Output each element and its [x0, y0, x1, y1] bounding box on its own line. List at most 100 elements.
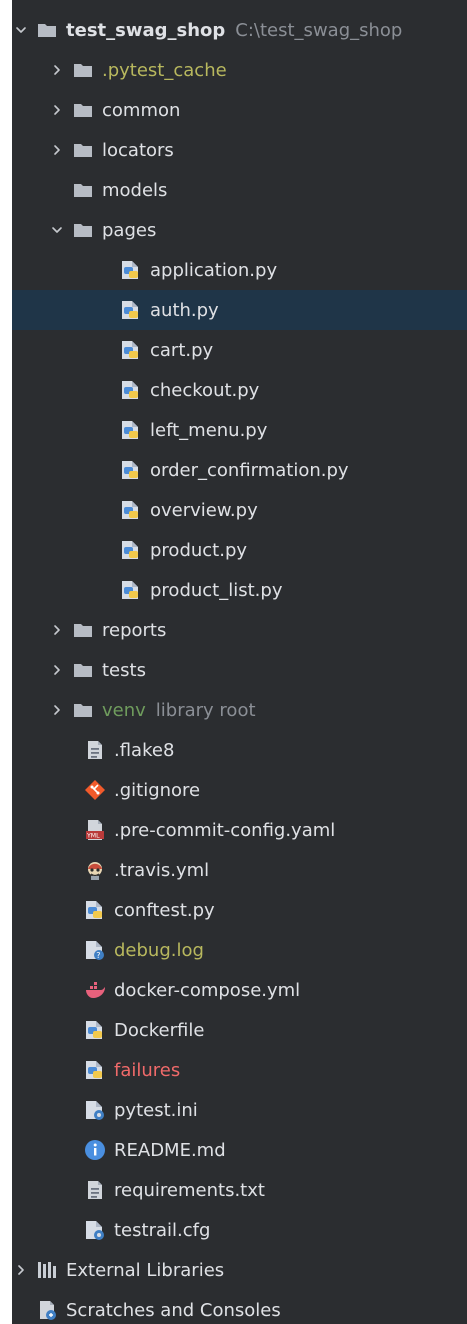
python-file-icon: [120, 419, 142, 441]
text-file-icon: [84, 739, 106, 761]
folder-label-common: common: [102, 99, 181, 121]
tree-row-reports[interactable]: reports: [12, 610, 467, 650]
folder-label-pages: pages: [102, 219, 157, 241]
tree-row-tests[interactable]: tests: [12, 650, 467, 690]
tree-row-pages[interactable]: pages: [12, 210, 467, 250]
project-tree: test_swag_shop C:\test_swag_shop .pytest…: [12, 10, 467, 1324]
info-icon: [84, 1139, 106, 1161]
library-root-badge: library root: [155, 699, 256, 721]
file-label-travis: .travis.yml: [114, 859, 210, 881]
chevron-right-icon[interactable]: [48, 141, 66, 159]
tree-row-pre-commit-config[interactable]: YML .pre-commit-config.yaml: [12, 810, 467, 850]
unknown-file-icon: ?: [84, 939, 106, 961]
python-file-icon: [84, 1019, 106, 1041]
file-label-product-list-py: product_list.py: [150, 579, 283, 601]
tree-row-external-libraries[interactable]: External Libraries: [12, 1250, 467, 1290]
folder-label-locators: locators: [102, 139, 174, 161]
library-icon: [36, 1259, 58, 1281]
svg-text:?: ?: [96, 951, 100, 960]
file-label-debug-log: debug.log: [114, 939, 204, 961]
chevron-right-icon[interactable]: [48, 701, 66, 719]
folder-icon: [72, 99, 94, 121]
file-label-pre-commit-config: .pre-commit-config.yaml: [114, 819, 336, 841]
tree-row-testrail-cfg[interactable]: testrail.cfg: [12, 1210, 467, 1250]
tree-row-application-py[interactable]: application.py: [12, 250, 467, 290]
folder-label-tests: tests: [102, 659, 146, 681]
folder-label-models: models: [102, 179, 168, 201]
tree-row-flake8[interactable]: .flake8: [12, 730, 467, 770]
file-label-cart-py: cart.py: [150, 339, 214, 361]
tree-row-travis[interactable]: .travis.yml: [12, 850, 467, 890]
file-label-product-py: product.py: [150, 539, 248, 561]
tree-row-debug-log[interactable]: ? debug.log: [12, 930, 467, 970]
tree-row-pytest-ini[interactable]: pytest.ini: [12, 1090, 467, 1130]
folder-icon: [72, 659, 94, 681]
file-label-auth-py: auth.py: [150, 299, 219, 321]
file-label-requirements: requirements.txt: [114, 1179, 265, 1201]
python-file-icon: [120, 539, 142, 561]
tree-row-product-list-py[interactable]: product_list.py: [12, 570, 467, 610]
folder-icon: [72, 139, 94, 161]
python-file-icon: [84, 899, 106, 921]
folder-icon: [72, 619, 94, 641]
tree-row-common[interactable]: common: [12, 90, 467, 130]
file-label-flake8: .flake8: [114, 739, 175, 761]
chevron-down-icon[interactable]: [48, 221, 66, 239]
tree-row-overview-py[interactable]: overview.py: [12, 490, 467, 530]
tree-row-failures[interactable]: failures: [12, 1050, 467, 1090]
tree-row-scratches[interactable]: Scratches and Consoles: [12, 1290, 467, 1324]
scratches-label: Scratches and Consoles: [66, 1299, 281, 1321]
git-icon: [84, 779, 106, 801]
file-label-readme: README.md: [114, 1139, 226, 1161]
tree-row-project-root[interactable]: test_swag_shop C:\test_swag_shop: [12, 10, 467, 50]
folder-icon: [72, 219, 94, 241]
project-name: test_swag_shop: [66, 19, 226, 41]
file-label-testrail-cfg: testrail.cfg: [114, 1219, 211, 1241]
folder-label-venv: venv: [102, 699, 146, 721]
folder-icon: [36, 19, 58, 41]
docker-icon: [84, 979, 106, 1001]
tree-row-checkout-py[interactable]: checkout.py: [12, 370, 467, 410]
external-libraries-label: External Libraries: [66, 1259, 225, 1281]
tree-row-gitignore[interactable]: .gitignore: [12, 770, 467, 810]
tree-row-product-py[interactable]: product.py: [12, 530, 467, 570]
svg-text:YML: YML: [86, 833, 100, 840]
chevron-right-icon[interactable]: [48, 621, 66, 639]
chevron-right-icon[interactable]: [48, 61, 66, 79]
project-tool-window: test_swag_shop C:\test_swag_shop .pytest…: [0, 0, 467, 1324]
yaml-file-icon: YML: [84, 819, 106, 841]
folder-icon: [72, 699, 94, 721]
python-file-icon: [120, 259, 142, 281]
python-file-icon: [120, 299, 142, 321]
file-label-docker-compose: docker-compose.yml: [114, 979, 301, 1001]
tree-row-auth-py[interactable]: auth.py: [12, 290, 467, 330]
tree-row-locators[interactable]: locators: [12, 130, 467, 170]
tree-row-readme[interactable]: README.md: [12, 1130, 467, 1170]
text-file-icon: [84, 1179, 106, 1201]
tree-row-cart-py[interactable]: cart.py: [12, 330, 467, 370]
scratches-icon: [36, 1299, 58, 1321]
file-label-checkout-py: checkout.py: [150, 379, 260, 401]
travis-icon: [84, 859, 106, 881]
tree-row-pytest-cache[interactable]: .pytest_cache: [12, 50, 467, 90]
tree-row-requirements[interactable]: requirements.txt: [12, 1170, 467, 1210]
chevron-right-icon[interactable]: [48, 661, 66, 679]
folder-icon: [72, 179, 94, 201]
config-file-icon: [84, 1219, 106, 1241]
tree-row-docker-compose[interactable]: docker-compose.yml: [12, 970, 467, 1010]
tree-row-conftest-py[interactable]: conftest.py: [12, 890, 467, 930]
file-label-pytest-ini: pytest.ini: [114, 1099, 198, 1121]
python-file-icon: [120, 579, 142, 601]
chevron-down-icon[interactable]: [12, 21, 30, 39]
chevron-right-icon[interactable]: [48, 101, 66, 119]
chevron-right-icon[interactable]: [12, 1261, 30, 1279]
tree-row-order-confirmation-py[interactable]: order_confirmation.py: [12, 450, 467, 490]
tree-row-models[interactable]: models: [12, 170, 467, 210]
file-label-dockerfile: Dockerfile: [114, 1019, 205, 1041]
config-file-icon: [84, 1099, 106, 1121]
tree-row-dockerfile[interactable]: Dockerfile: [12, 1010, 467, 1050]
tree-row-left-menu-py[interactable]: left_menu.py: [12, 410, 467, 450]
project-path: C:\test_swag_shop: [235, 19, 403, 41]
python-file-icon: [84, 1059, 106, 1081]
tree-row-venv[interactable]: venv library root: [12, 690, 467, 730]
